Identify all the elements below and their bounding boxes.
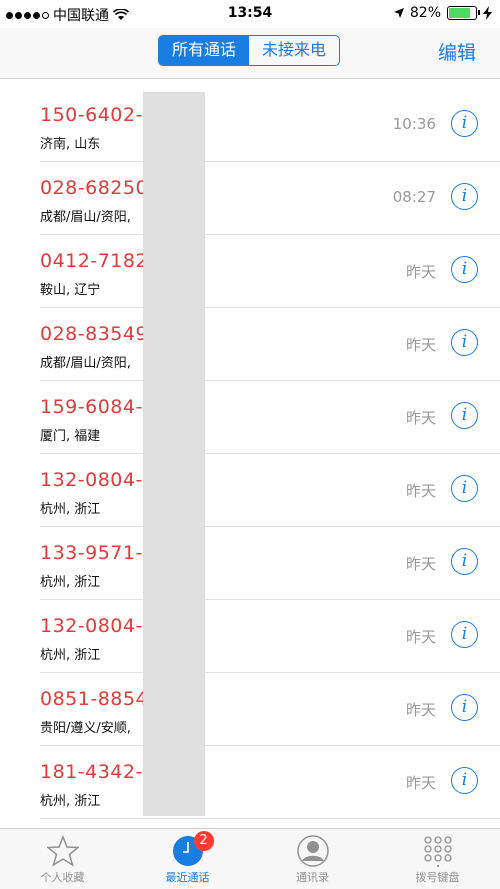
tab-label: 最近通话 <box>165 871 210 884</box>
info-icon[interactable]: i <box>451 621 478 648</box>
info-icon[interactable]: i <box>451 767 478 794</box>
tab-label: 拨号键盘 <box>415 871 460 884</box>
info-icon[interactable]: i <box>451 110 478 137</box>
call-number: 150-6402- <box>40 104 143 126</box>
call-location: 鞍山, 辽宁 <box>40 283 101 298</box>
call-number: 132-0804- <box>40 615 143 637</box>
tab-label: 通讯录 <box>296 871 329 884</box>
call-location: 济南, 山东 <box>40 137 101 152</box>
call-time: 08:27 <box>392 188 436 206</box>
location-arrow-icon <box>393 8 404 18</box>
info-icon[interactable]: i <box>451 183 478 210</box>
call-location: 成都/眉山/资阳, <box>40 210 131 225</box>
call-time: 昨天 <box>405 628 436 646</box>
call-time: 昨天 <box>405 263 436 281</box>
call-time: 昨天 <box>405 336 436 354</box>
calls-filter-segment: 所有通话 未接来电 <box>158 35 340 66</box>
call-row[interactable]: 132-0804- 杭州, 浙江 昨天 i <box>0 454 500 527</box>
call-number: 133-9571-8 <box>40 542 156 564</box>
contact-icon <box>296 835 329 867</box>
tab-contacts[interactable]: 通讯录 <box>250 829 375 889</box>
call-row[interactable]: 159-6084- 厦门, 福建 昨天 i <box>0 381 500 454</box>
missed-calls-badge: 2 <box>193 831 214 851</box>
call-number: 028-68250 <box>40 177 149 199</box>
redaction-block <box>143 92 205 816</box>
call-time: 昨天 <box>405 701 436 719</box>
star-icon <box>45 834 80 867</box>
call-number: 0412-7182 <box>40 250 149 272</box>
edit-button[interactable]: 编辑 <box>438 38 476 65</box>
battery-icon <box>447 6 480 20</box>
call-location: 杭州, 浙江 <box>40 648 101 663</box>
call-time: 10:36 <box>392 115 436 133</box>
info-icon[interactable]: i <box>451 329 478 356</box>
call-row[interactable]: 028-68250 成都/眉山/资阳, 08:27 i <box>0 162 500 235</box>
call-location: 杭州, 浙江 <box>40 794 101 809</box>
call-row[interactable]: 181-4342- 杭州, 浙江 昨天 i <box>0 746 500 819</box>
tab-recents[interactable]: 2 最近通话 <box>125 829 250 889</box>
call-location: 杭州, 浙江 <box>40 502 101 517</box>
call-location: 贵阳/遵义/安顺, <box>40 721 131 736</box>
call-row[interactable]: 0412-7182 鞍山, 辽宁 昨天 i <box>0 235 500 308</box>
call-number: 028-83549 <box>40 323 149 345</box>
info-icon[interactable]: i <box>451 694 478 721</box>
call-row[interactable]: 133-9571-8 杭州, 浙江 昨天 i <box>0 527 500 600</box>
tab-bar: 个人收藏 2 最近通话 通讯录 拨号键盘 <box>0 828 500 889</box>
status-bar: 中国联通 13:54 82% <box>0 0 500 28</box>
call-row[interactable]: 150-6402- 济南, 山东 10:36 i <box>0 89 500 162</box>
call-location: 成都/眉山/资阳, <box>40 356 131 371</box>
call-number: 132-0804- <box>40 469 143 491</box>
info-icon[interactable]: i <box>451 475 478 502</box>
call-row[interactable]: 028-83549 成都/眉山/资阳, 昨天 i <box>0 308 500 381</box>
call-time: 昨天 <box>405 482 436 500</box>
call-number: 181-4342- <box>40 761 143 783</box>
recent-calls-list: 150-6402- 济南, 山东 10:36 i 028-68250 成都/眉山/资阳, 0… <box>0 79 500 829</box>
keypad-icon <box>423 836 452 868</box>
call-location: 厦门, 福建 <box>40 429 101 444</box>
info-icon[interactable]: i <box>451 402 478 429</box>
status-right: 82% <box>393 5 492 21</box>
call-time: 昨天 <box>405 555 436 573</box>
tab-label: 个人收藏 <box>40 871 85 884</box>
tab-favorites[interactable]: 个人收藏 <box>0 829 125 889</box>
segment-missed-calls[interactable]: 未接来电 <box>249 36 339 65</box>
call-location: 杭州, 浙江 <box>40 575 101 590</box>
row-divider <box>40 818 500 819</box>
battery-percent: 82% <box>409 5 441 21</box>
call-time: 昨天 <box>405 774 436 792</box>
tab-keypad[interactable]: 拨号键盘 <box>375 829 500 889</box>
call-row[interactable]: 0851-8854 贵阳/遵义/安顺, 昨天 i <box>0 673 500 746</box>
call-number: 159-6084- <box>40 396 143 418</box>
charging-icon <box>483 6 492 20</box>
segment-all-calls[interactable]: 所有通话 <box>159 36 249 65</box>
info-icon[interactable]: i <box>451 548 478 575</box>
navigation-bar: 所有通话 未接来电 编辑 <box>0 28 500 79</box>
call-row[interactable]: 132-0804- 杭州, 浙江 昨天 i <box>0 600 500 673</box>
call-time: 昨天 <box>405 409 436 427</box>
info-icon[interactable]: i <box>451 256 478 283</box>
call-number: 0851-8854 <box>40 688 149 710</box>
